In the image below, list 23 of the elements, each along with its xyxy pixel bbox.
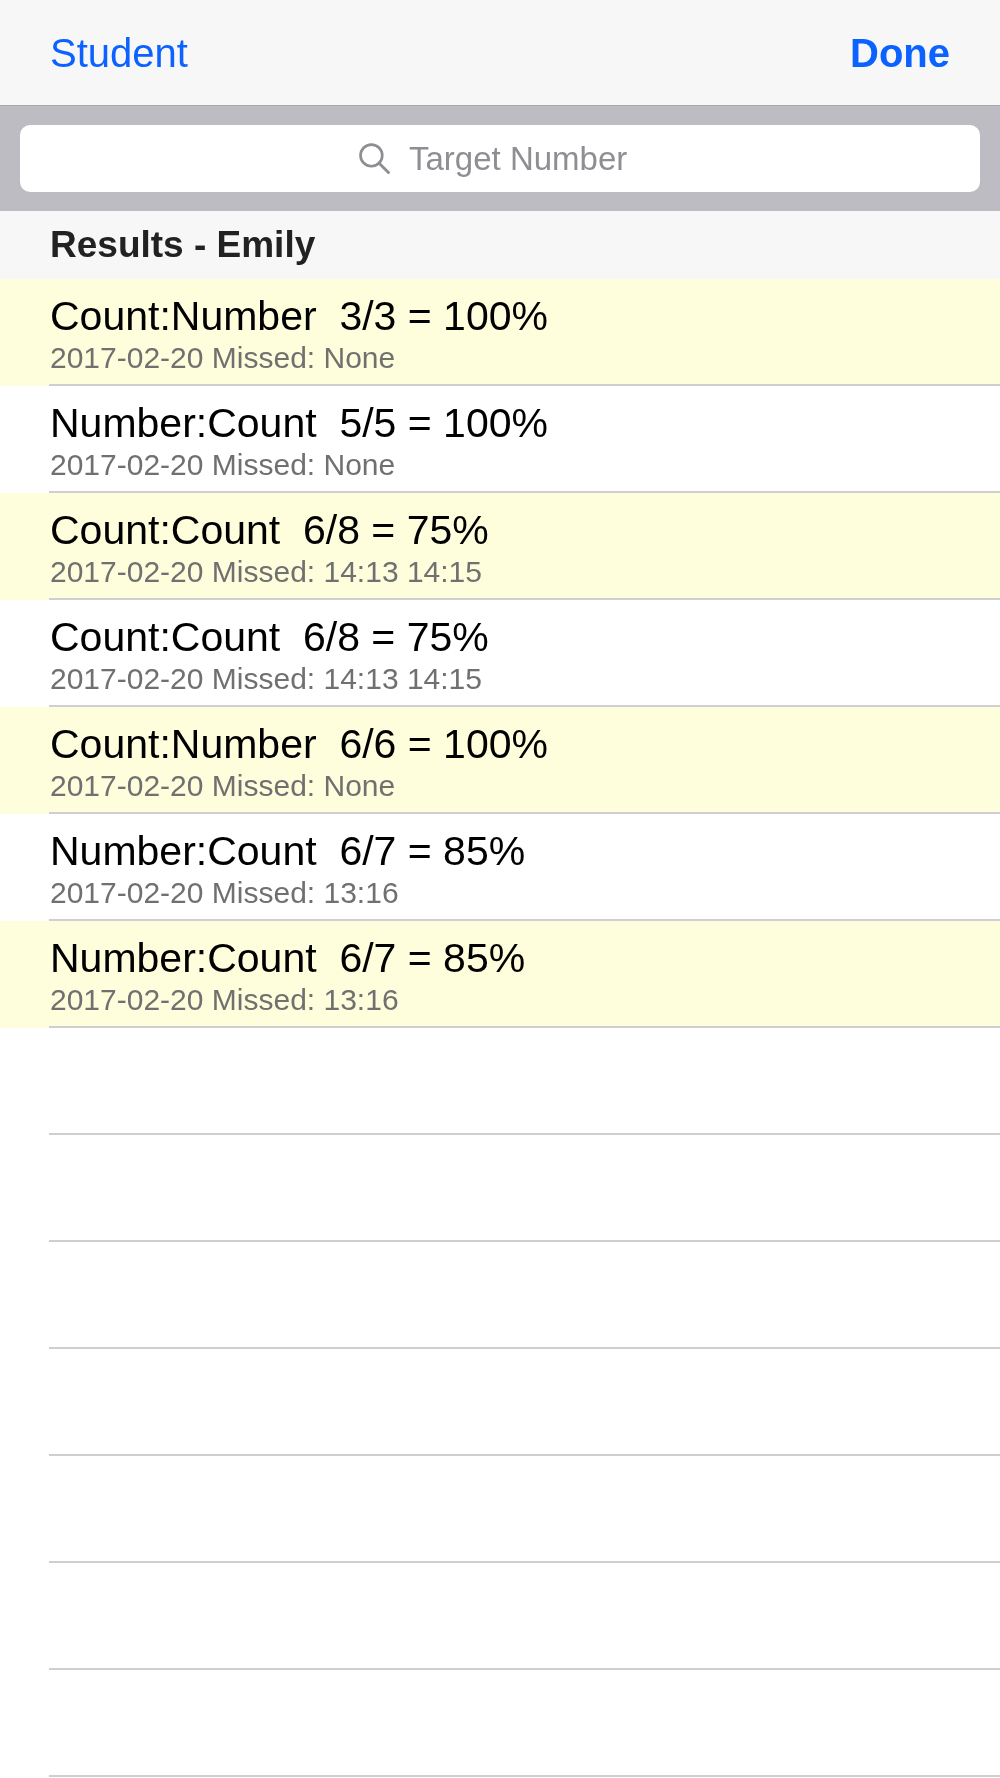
back-button[interactable]: Student — [50, 28, 188, 77]
result-detail: 2017-02-20 Missed: 14:13 14:15 — [50, 663, 483, 695]
result-detail: 2017-02-20 Missed: 14:13 14:15 — [50, 556, 483, 588]
search-field[interactable]: Target Number — [20, 125, 980, 192]
result-title: Count:Number 6/6 = 100% — [50, 720, 549, 768]
result-detail: 2017-02-20 Missed: 13:16 — [50, 877, 400, 909]
result-detail: 2017-02-20 Missed: 13:16 — [50, 984, 400, 1016]
result-title: Count:Number 3/3 = 100% — [50, 292, 549, 340]
result-row[interactable]: Count:Number 6/6 = 100% 2017-02-20 Missed: None — [0, 707, 1000, 814]
result-detail: 2017-02-20 Missed: None — [50, 770, 397, 802]
result-title: Count:Count 6/8 = 75% — [50, 613, 490, 661]
result-detail: 2017-02-20 Missed: None — [50, 342, 397, 374]
result-title: Number:Count 5/5 = 100% — [50, 399, 549, 447]
section-title: Results - Emily — [50, 224, 316, 266]
done-button[interactable]: Done — [850, 28, 950, 77]
result-title: Number:Count 6/7 = 85% — [50, 934, 527, 982]
result-title: Count:Count 6/8 = 75% — [50, 506, 490, 554]
result-row[interactable]: Count:Count 6/8 = 75% 2017-02-20 Missed: 14:13 14:15 — [0, 493, 1000, 600]
result-detail: 2017-02-20 Missed: None — [50, 449, 397, 481]
result-row[interactable]: Number:Count 6/7 = 85% 2017-02-20 Missed: 13:16 — [0, 921, 1000, 1028]
search-icon — [359, 143, 390, 174]
result-title: Number:Count 6/7 = 85% — [50, 827, 527, 875]
result-row[interactable]: Count:Number 3/3 = 100% 2017-02-20 Missed: None — [0, 279, 1000, 386]
